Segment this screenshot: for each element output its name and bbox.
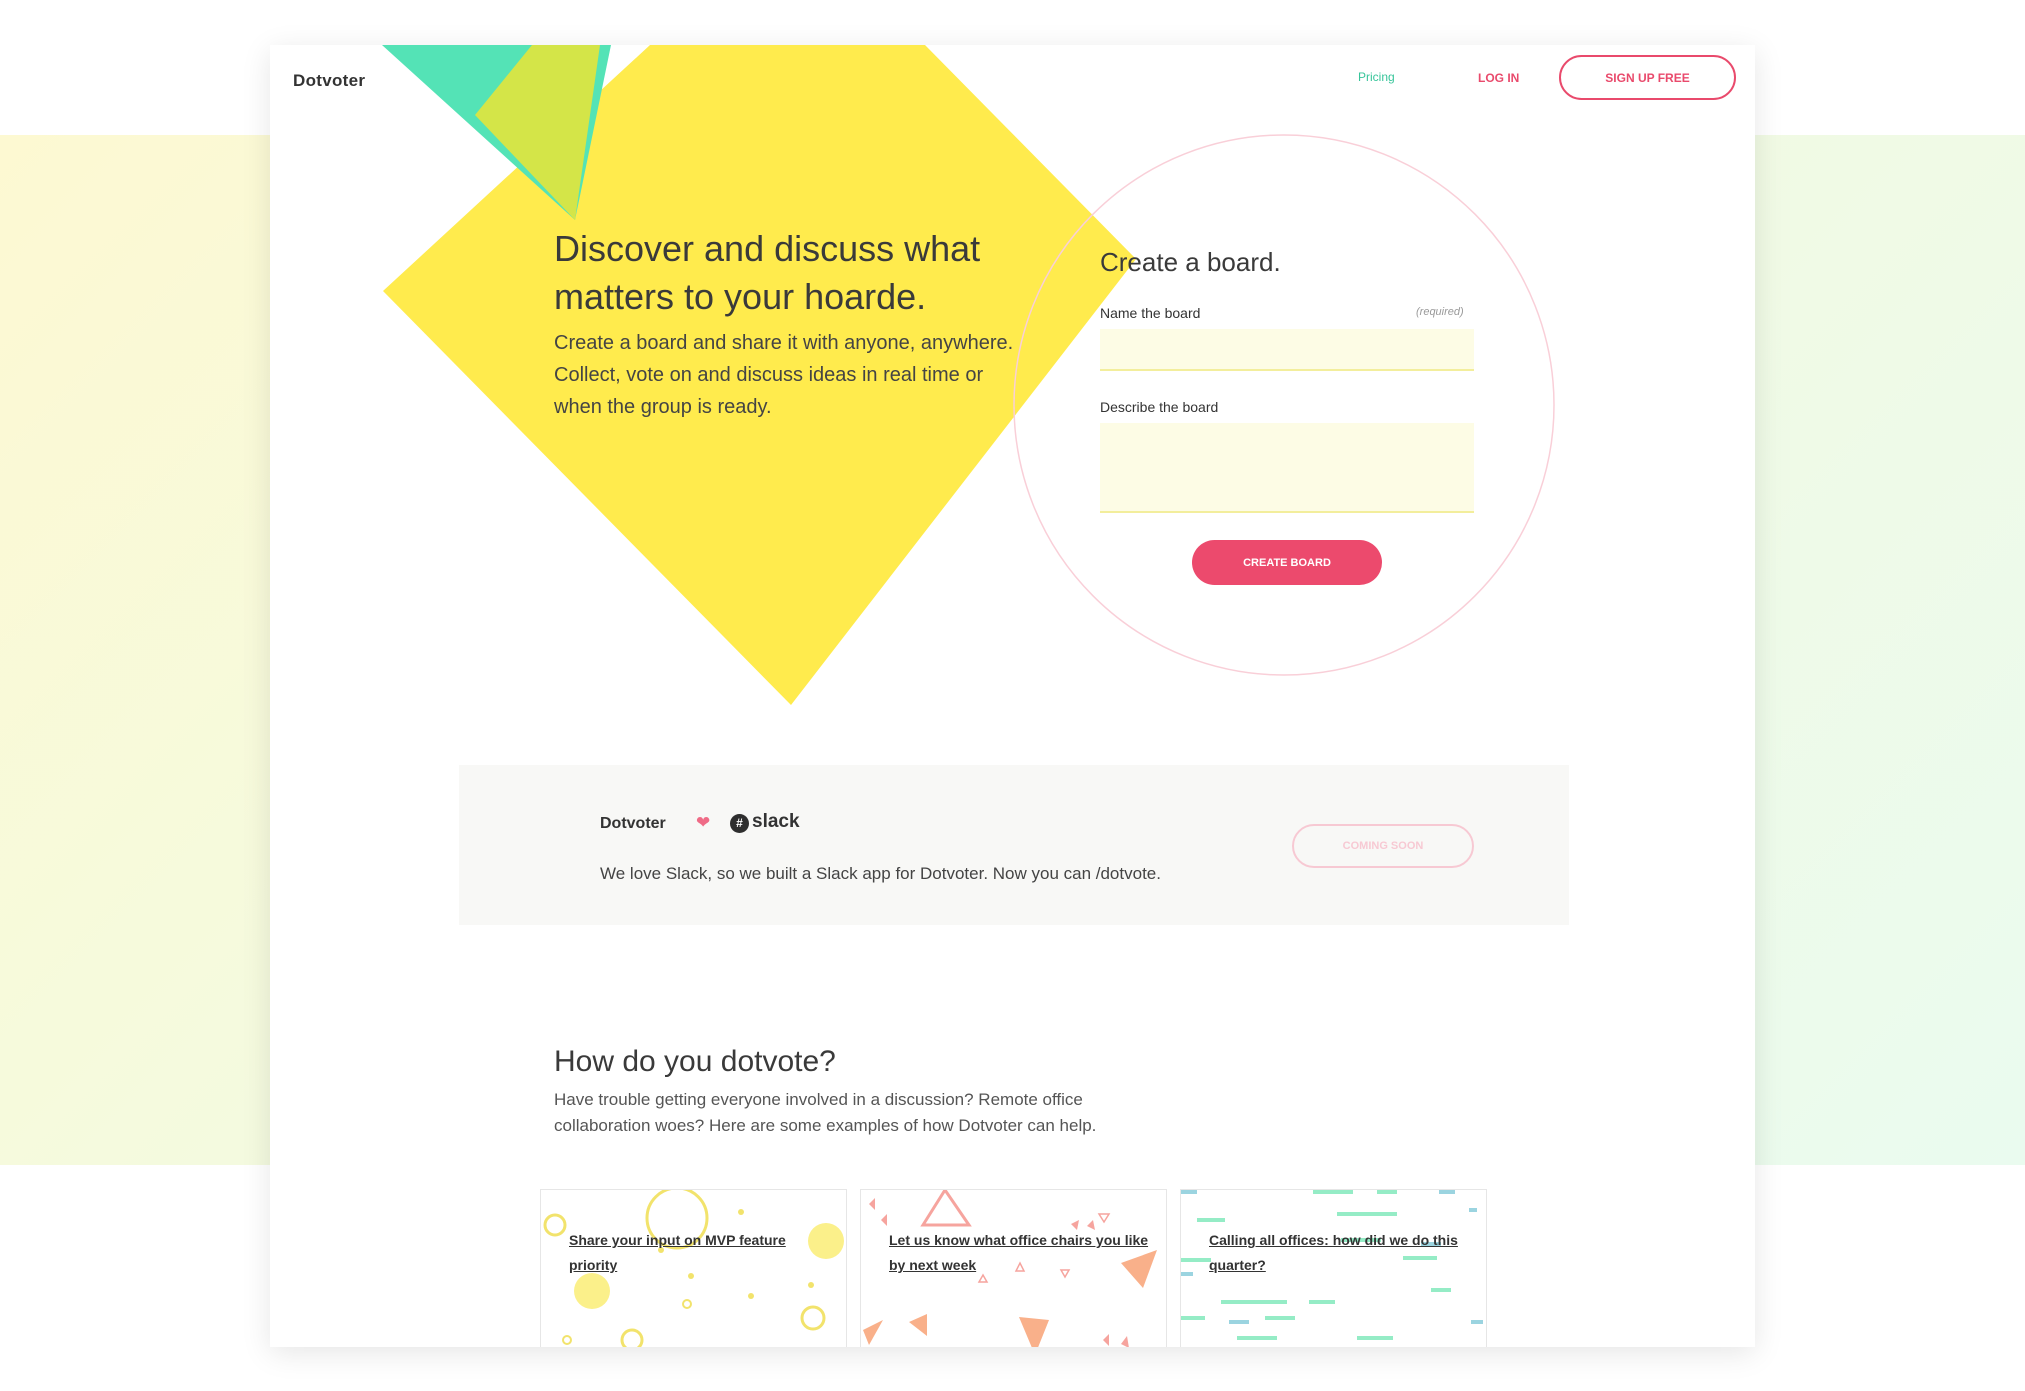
card-link-chairs[interactable]: Let us know what office chairs you like …: [889, 1228, 1149, 1278]
brand-logo[interactable]: Dotvoter: [293, 71, 365, 91]
create-board-title: Create a board.: [1100, 247, 1281, 277]
nav-login-link[interactable]: LOG IN: [1478, 71, 1519, 85]
hero-description: Create a board and share it with anyone,…: [554, 332, 1014, 418]
how-section-description: Have trouble getting everyone involved i…: [554, 1090, 1097, 1135]
form-outline-circle: [1013, 134, 1555, 676]
create-board-button[interactable]: CREATE BOARD: [1192, 540, 1382, 585]
signup-button[interactable]: SIGN UP FREE: [1559, 55, 1736, 100]
example-card-chairs[interactable]: Let us know what office chairs you like …: [860, 1189, 1167, 1347]
card-link-mvp[interactable]: Share your input on MVP feature priority: [569, 1228, 829, 1278]
browser-page: Dotvoter Pricing LOG IN SIGN UP FREE Dis…: [270, 45, 1755, 1347]
coming-soon-button: COMING SOON: [1292, 824, 1474, 868]
slack-promo-dotvoter-logo: Dotvoter: [600, 815, 666, 832]
slack-wordmark: slack: [752, 811, 800, 832]
slack-promo-description: We love Slack, so we built a Slack app f…: [600, 864, 1161, 883]
hero-title: Discover and discuss what matters to you…: [554, 228, 981, 317]
example-card-mvp[interactable]: Share your input on MVP feature priority: [540, 1189, 847, 1347]
nav-pricing-link[interactable]: Pricing: [1358, 70, 1395, 84]
card-link-offices[interactable]: Calling all offices: how did we do this …: [1209, 1228, 1469, 1278]
required-label: (required): [1416, 306, 1464, 318]
example-card-offices[interactable]: Calling all offices: how did we do this …: [1180, 1189, 1487, 1347]
board-description-label: Describe the board: [1100, 399, 1219, 415]
heart-icon: ❤: [696, 813, 711, 832]
slack-promo-panel: Dotvoter ❤ # slack We love Slack, so we …: [459, 765, 1569, 925]
board-description-input[interactable]: [1100, 423, 1474, 513]
board-name-input[interactable]: [1100, 329, 1474, 371]
board-name-label: Name the board: [1100, 305, 1201, 321]
slack-logo-icon: #: [730, 814, 749, 833]
how-section-title: How do you dotvote?: [554, 1045, 836, 1078]
